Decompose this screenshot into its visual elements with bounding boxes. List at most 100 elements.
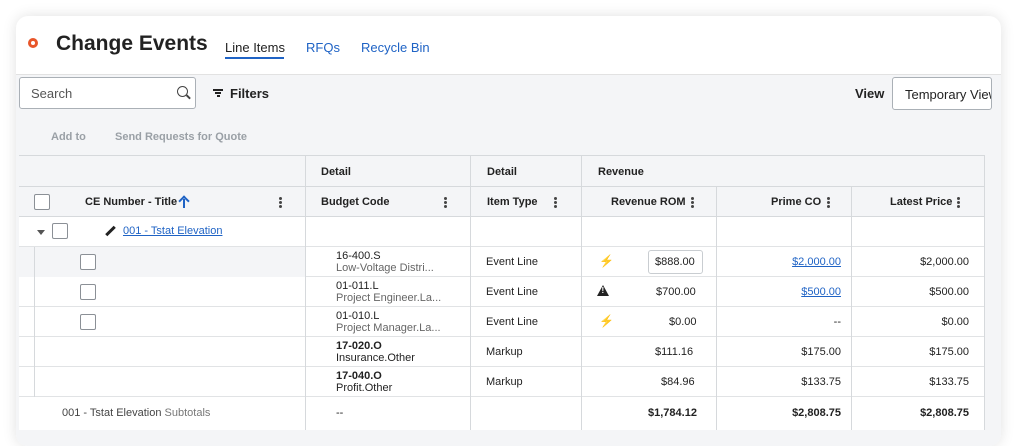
subtotal-revenue-rom: $1,784.12: [648, 407, 697, 419]
column-header-item-type[interactable]: Item Type: [487, 196, 538, 208]
latest-price: $0.00: [941, 316, 969, 328]
latest-price: $2,000.00: [920, 256, 969, 268]
gear-icon: [28, 38, 38, 48]
budget-code-desc: Low-Voltage Distri...: [336, 262, 434, 274]
row-checkbox[interactable]: [80, 314, 96, 330]
table-row: 01-011.L Project Engineer.La... Event Li…: [19, 277, 985, 307]
change-event-link[interactable]: 001 - Tstat Elevation: [123, 225, 222, 237]
group-row: 001 - Tstat Elevation: [19, 217, 985, 247]
line-items-table: Detail Detail Revenue CE Number - Title …: [19, 155, 985, 430]
column-divider: [470, 155, 471, 430]
page-title: Change Events: [56, 32, 208, 55]
lightning-icon: ⚡: [599, 254, 614, 268]
revenue-rom: $111.16: [655, 346, 694, 358]
group-checkbox[interactable]: [52, 223, 68, 239]
send-requests-button[interactable]: Send Requests for Quote: [115, 131, 247, 143]
column-menu-icon[interactable]: [957, 197, 960, 208]
table-row: 01-010.L Project Manager.La... Event Lin…: [19, 307, 985, 337]
filters-button[interactable]: Filters: [230, 86, 269, 101]
column-divider: [305, 155, 306, 430]
revenue-rom-input[interactable]: $888.00: [648, 250, 703, 274]
column-divider: [581, 155, 582, 430]
tab-line-items[interactable]: Line Items: [225, 40, 285, 55]
column-group-header-row: Detail Detail Revenue: [19, 155, 985, 187]
budget-code: 17-040.O: [336, 370, 382, 382]
column-menu-icon[interactable]: [691, 197, 694, 208]
subtotal-latest-price: $2,808.75: [920, 407, 969, 419]
budget-code: 01-011.L: [336, 280, 379, 292]
row-checkbox[interactable]: [80, 284, 96, 300]
budget-code: 16-400.S: [336, 250, 381, 262]
bulk-action-toolbar: Add to Send Requests for Quote: [0, 118, 985, 155]
item-type: Event Line: [486, 286, 538, 298]
edit-pencil-icon[interactable]: [105, 226, 116, 237]
group-header-revenue: Revenue: [598, 166, 644, 178]
subtotal-row: 001 - Tstat Elevation Subtotals -- $1,78…: [19, 397, 985, 430]
column-header-revenue-rom[interactable]: Revenue ROM: [611, 196, 686, 208]
revenue-rom: $0.00: [669, 316, 697, 328]
column-menu-icon[interactable]: [279, 197, 282, 208]
subtotal-suffix: Subtotals: [164, 407, 211, 419]
budget-code-desc: Insurance.Other: [336, 352, 415, 364]
subtotal-group-name: 001 - Tstat Elevation: [62, 407, 162, 419]
column-header-prime-co[interactable]: Prime CO: [771, 196, 821, 208]
sort-ascending-icon[interactable]: [179, 196, 189, 208]
item-type: Event Line: [486, 256, 538, 268]
column-header-latest-price[interactable]: Latest Price: [890, 196, 952, 208]
column-menu-icon[interactable]: [444, 197, 447, 208]
latest-price: $500.00: [929, 286, 969, 298]
budget-code: 17-020.O: [336, 340, 382, 352]
budget-code-desc: Project Engineer.La...: [336, 292, 442, 304]
column-menu-icon[interactable]: [554, 197, 557, 208]
subtotal-prime-co: $2,808.75: [792, 407, 841, 419]
group-header-detail: Detail: [321, 166, 351, 178]
tab-rfqs[interactable]: RFQs: [306, 40, 340, 55]
search-placeholder: Search: [31, 86, 73, 101]
item-type: Event Line: [486, 316, 538, 328]
revenue-rom: $84.96: [661, 376, 695, 388]
subtotal-name: 001 - Tstat Elevation Subtotals: [62, 407, 210, 419]
column-divider: [984, 155, 985, 430]
column-header-budget-code[interactable]: Budget Code: [321, 196, 389, 208]
column-divider: [716, 187, 717, 430]
budget-code-desc: Project Manager.La...: [336, 322, 441, 334]
group-header-detail: Detail: [487, 166, 517, 178]
view-label: View: [855, 86, 885, 101]
latest-price: $133.75: [929, 376, 969, 388]
collapse-caret-icon[interactable]: [37, 230, 45, 235]
prime-co-link[interactable]: $500.00: [801, 286, 841, 298]
table-row: 17-020.O Insurance.Other Markup $111.16 …: [19, 337, 985, 367]
prime-co: $133.75: [801, 376, 841, 388]
active-tab-indicator: [225, 57, 284, 59]
warning-icon: [597, 285, 609, 296]
budget-code-desc: Profit.Other: [336, 382, 393, 394]
row-highlight: [19, 247, 305, 277]
column-menu-icon[interactable]: [827, 197, 830, 208]
page-header: Change Events Line Items RFQs Recycle Bi…: [16, 16, 1001, 75]
column-divider: [851, 187, 852, 430]
table-row: 16-400.S Low-Voltage Distri... Event Lin…: [19, 247, 985, 277]
row-checkbox[interactable]: [80, 254, 96, 270]
revenue-rom: $700.00: [656, 286, 696, 298]
add-to-button[interactable]: Add to: [51, 131, 86, 143]
select-all-checkbox[interactable]: [34, 194, 50, 210]
item-type: Markup: [486, 346, 523, 358]
prime-co-link[interactable]: $2,000.00: [792, 256, 841, 268]
column-header-ce-title[interactable]: CE Number - Title: [85, 196, 177, 208]
latest-price: $175.00: [929, 346, 969, 358]
prime-co: --: [833, 316, 841, 328]
indent-guide: [34, 247, 35, 397]
prime-co: $175.00: [801, 346, 841, 358]
column-header-row: CE Number - Title Budget Code Item Type …: [19, 187, 985, 217]
search-icon[interactable]: [177, 86, 188, 97]
table-row: 17-040.O Profit.Other Markup $84.96 $133…: [19, 367, 985, 397]
view-select-value: Temporary View: [905, 87, 992, 102]
search-input[interactable]: Search: [19, 77, 196, 109]
subtotal-budget-code: --: [336, 407, 344, 419]
item-type: Markup: [486, 376, 523, 388]
view-select[interactable]: Temporary View: [892, 77, 992, 110]
tab-recycle-bin[interactable]: Recycle Bin: [361, 40, 430, 55]
budget-code: 01-010.L: [336, 310, 380, 322]
filter-icon[interactable]: [213, 89, 223, 97]
lightning-icon: ⚡: [599, 314, 614, 328]
